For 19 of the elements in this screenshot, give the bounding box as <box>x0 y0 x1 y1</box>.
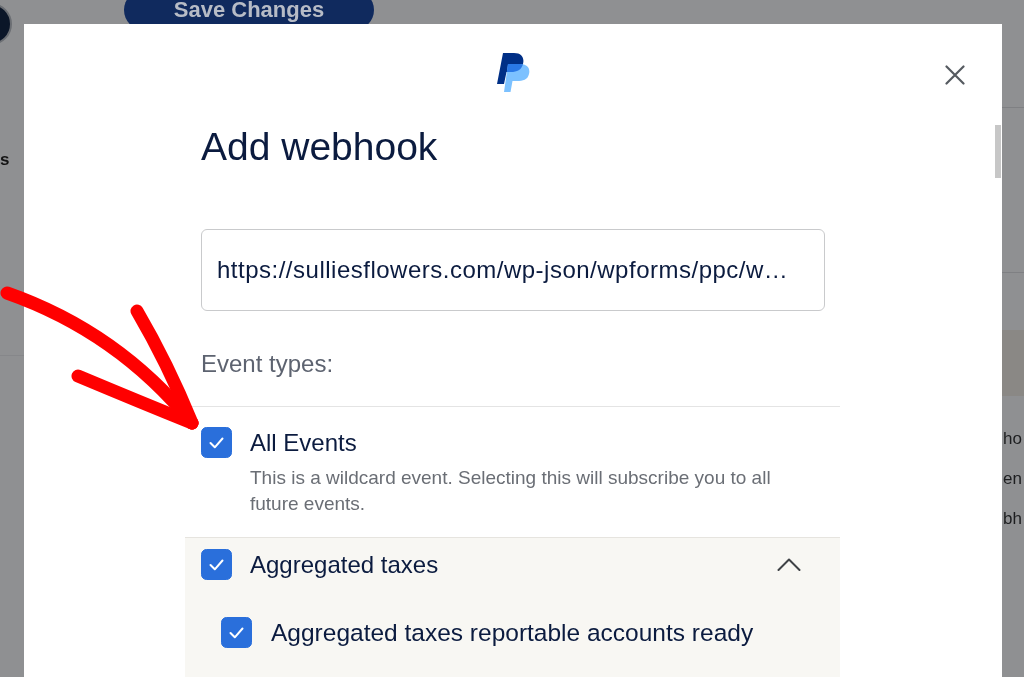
page-text: en <box>1003 468 1023 490</box>
logo-icon <box>496 53 530 92</box>
checkbox[interactable] <box>221 617 252 648</box>
event-label: All Events <box>250 428 357 458</box>
event-label: Aggregated taxes reportable accounts ready <box>271 618 754 648</box>
event-description: This is a wildcard event. Selecting this will subscribe you to all future events. <box>250 466 772 516</box>
page-band <box>1002 330 1024 396</box>
dialog-title: Add webhook <box>201 125 439 169</box>
scrollbar[interactable] <box>995 125 1001 178</box>
event-label: Aggregated taxes <box>250 550 439 580</box>
page-text: ho <box>1003 428 1023 450</box>
page-text: bh <box>1003 508 1023 530</box>
chevron-icon[interactable] <box>777 558 801 571</box>
page-text: s <box>0 149 11 171</box>
close-icon[interactable] <box>945 65 965 85</box>
checkbox[interactable] <box>201 549 232 580</box>
checkbox[interactable] <box>201 427 232 458</box>
section-label: Event types: <box>201 350 335 378</box>
url-field[interactable]: https://sulliesflowers.com/wp-json/wpforms/ppc/w… <box>201 229 825 311</box>
